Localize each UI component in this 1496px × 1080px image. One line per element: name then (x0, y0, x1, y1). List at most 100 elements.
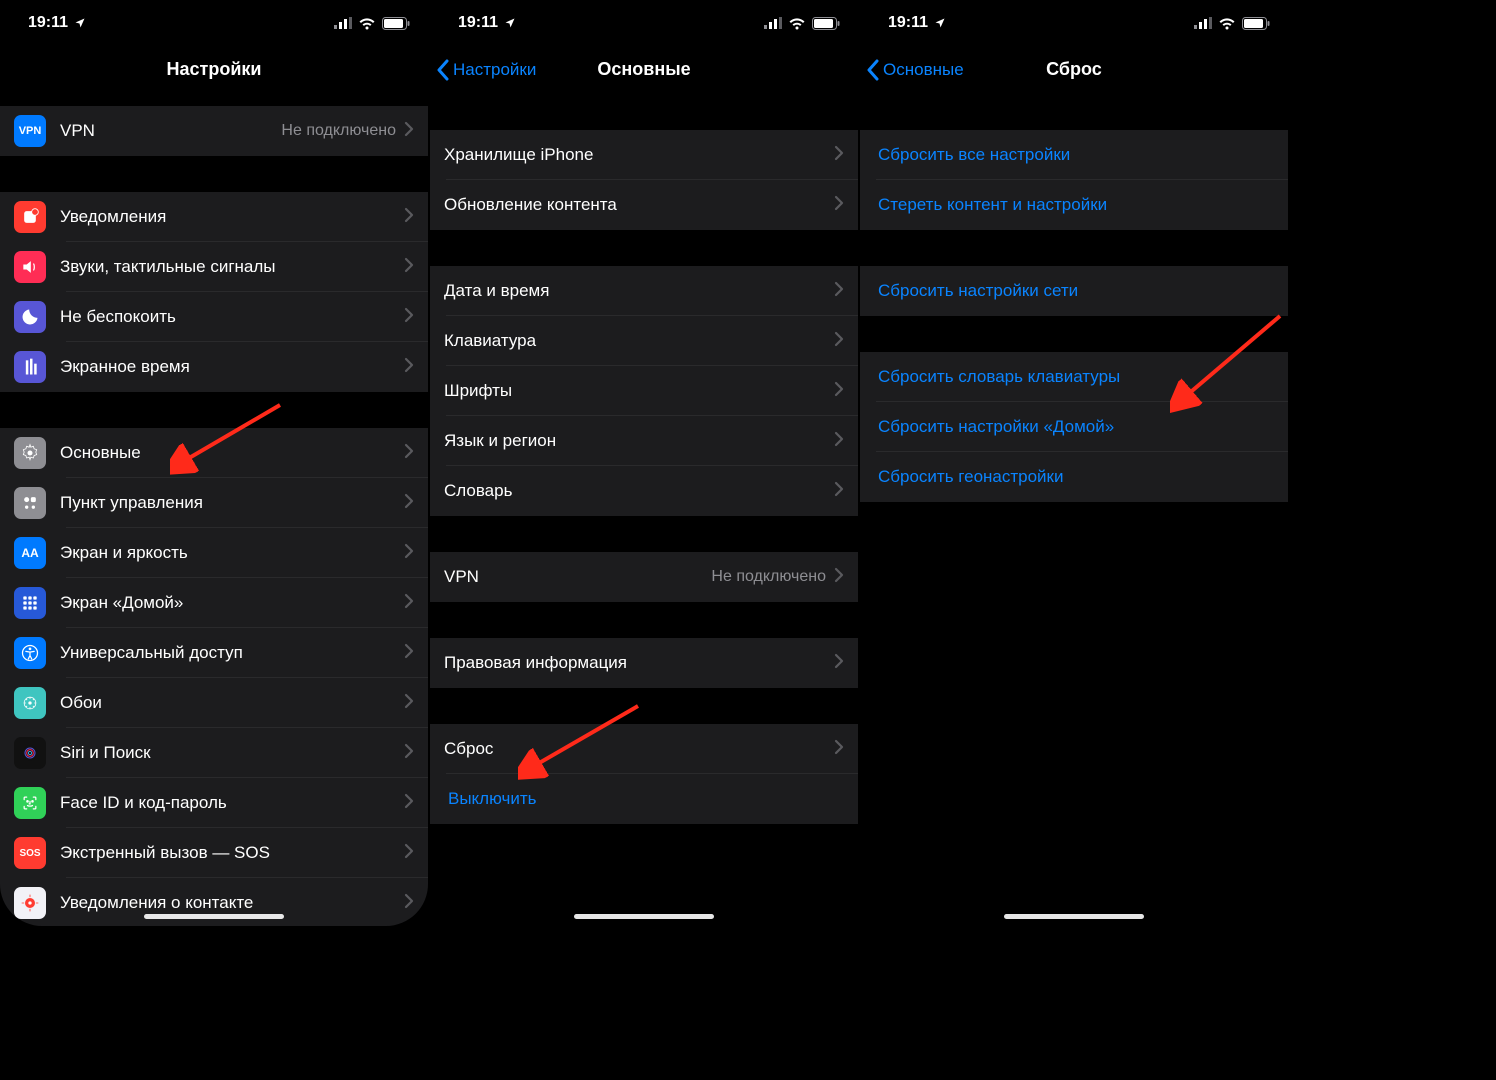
accessibility-icon (14, 637, 46, 669)
settings-list: VPN VPN Не подключено Уведомления Звуки,… (0, 94, 428, 926)
row-notifications[interactable]: Уведомления (0, 192, 428, 242)
chevron-right-icon (404, 121, 414, 142)
row-reset-network[interactable]: Сбросить настройки сети (860, 266, 1288, 316)
row-label: Обновление контента (444, 195, 834, 215)
chevron-right-icon (404, 357, 414, 378)
row-wallpaper[interactable]: Обои (0, 678, 428, 728)
row-label: Хранилище iPhone (444, 145, 834, 165)
row-control[interactable]: Пункт управления (0, 478, 428, 528)
row-vpn[interactable]: VPN VPN Не подключено (0, 106, 428, 156)
row-reset-kbdict[interactable]: Сбросить словарь клавиатуры (860, 352, 1288, 402)
status-time: 19:11 (458, 14, 498, 32)
row-label: Словарь (444, 481, 834, 501)
row-dnd[interactable]: Не беспокоить (0, 292, 428, 342)
chevron-left-icon (866, 59, 879, 81)
row-reset[interactable]: Сброс (430, 724, 858, 774)
row-label: Экранное время (60, 357, 404, 377)
chevron-left-icon (436, 59, 449, 81)
status-bar: 19:11 (430, 0, 858, 46)
nav-bar: Основные Сброс (860, 46, 1288, 94)
row-reset-home[interactable]: Сбросить настройки «Домой» (860, 402, 1288, 452)
row-label: Face ID и код-пароль (60, 793, 404, 813)
wifi-icon (358, 17, 376, 30)
status-bar: 19:11 (860, 0, 1288, 46)
chevron-right-icon (404, 257, 414, 278)
nav-title: Сброс (1046, 59, 1102, 80)
row-siri[interactable]: Siri и Поиск (0, 728, 428, 778)
row-general[interactable]: Основные (0, 428, 428, 478)
siri-icon (14, 737, 46, 769)
chevron-right-icon (404, 843, 414, 864)
row-accessibility[interactable]: Универсальный доступ (0, 628, 428, 678)
row-label: Не беспокоить (60, 307, 404, 327)
row-erase[interactable]: Стереть контент и настройки (860, 180, 1288, 230)
chevron-right-icon (834, 653, 844, 674)
chevron-right-icon (404, 593, 414, 614)
chevron-right-icon (404, 443, 414, 464)
cellular-icon (334, 17, 352, 29)
row-shutdown[interactable]: Выключить (430, 774, 858, 824)
row-label: Siri и Поиск (60, 743, 404, 763)
row-label: Клавиатура (444, 331, 834, 351)
row-label: Экран и яркость (60, 543, 404, 563)
row-label: Звуки, тактильные сигналы (60, 257, 404, 277)
status-time: 19:11 (888, 14, 928, 32)
chevron-right-icon (404, 643, 414, 664)
home-indicator[interactable] (1004, 914, 1144, 919)
chevron-right-icon (404, 793, 414, 814)
exposure-icon (14, 887, 46, 919)
chevron-right-icon (834, 739, 844, 760)
row-language[interactable]: Язык и регион (430, 416, 858, 466)
home-indicator[interactable] (144, 914, 284, 919)
back-label: Настройки (453, 60, 536, 80)
nav-title: Настройки (167, 59, 262, 80)
link-label: Стереть контент и настройки (878, 195, 1107, 215)
row-vpn[interactable]: VPN Не подключено (430, 552, 858, 602)
row-reset-geo[interactable]: Сбросить геонастройки (860, 452, 1288, 502)
control-icon (14, 487, 46, 519)
chevron-right-icon (834, 281, 844, 302)
chevron-right-icon (404, 207, 414, 228)
row-label: Основные (60, 443, 404, 463)
row-fonts[interactable]: Шрифты (430, 366, 858, 416)
chevron-right-icon (834, 145, 844, 166)
home-indicator[interactable] (574, 914, 714, 919)
row-sounds[interactable]: Звуки, тактильные сигналы (0, 242, 428, 292)
battery-icon (382, 17, 410, 30)
row-dictionary[interactable]: Словарь (430, 466, 858, 516)
row-label: Экран «Домой» (60, 593, 404, 613)
row-datetime[interactable]: Дата и время (430, 266, 858, 316)
screentime-icon (14, 351, 46, 383)
row-home[interactable]: Экран «Домой» (0, 578, 428, 628)
row-keyboard[interactable]: Клавиатура (430, 316, 858, 366)
chevron-right-icon (834, 331, 844, 352)
dnd-icon (14, 301, 46, 333)
row-screentime[interactable]: Экранное время (0, 342, 428, 392)
row-reset-all[interactable]: Сбросить все настройки (860, 130, 1288, 180)
chevron-right-icon (834, 567, 844, 588)
row-display[interactable]: AA Экран и яркость (0, 528, 428, 578)
notifications-icon (14, 201, 46, 233)
row-storage[interactable]: Хранилище iPhone (430, 130, 858, 180)
link-label: Сбросить геонастройки (878, 467, 1064, 487)
row-faceid[interactable]: Face ID и код-пароль (0, 778, 428, 828)
row-label: Дата и время (444, 281, 834, 301)
shutdown-link: Выключить (448, 789, 536, 809)
back-button[interactable]: Настройки (436, 46, 536, 93)
chevron-right-icon (834, 431, 844, 452)
link-label: Сбросить словарь клавиатуры (878, 367, 1120, 387)
row-label: VPN (60, 121, 281, 141)
row-bgrefresh[interactable]: Обновление контента (430, 180, 858, 230)
row-label: Шрифты (444, 381, 834, 401)
location-icon (74, 17, 86, 29)
row-label: Правовая информация (444, 653, 834, 673)
row-sos[interactable]: SOS Экстренный вызов — SOS (0, 828, 428, 878)
back-button[interactable]: Основные (866, 46, 964, 93)
general-list: Хранилище iPhone Обновление контента Дат… (430, 94, 858, 824)
status-time: 19:11 (28, 14, 68, 32)
location-icon (504, 17, 516, 29)
chevron-right-icon (404, 543, 414, 564)
row-legal[interactable]: Правовая информация (430, 638, 858, 688)
row-label: Пункт управления (60, 493, 404, 513)
row-label: Экстренный вызов — SOS (60, 843, 404, 863)
